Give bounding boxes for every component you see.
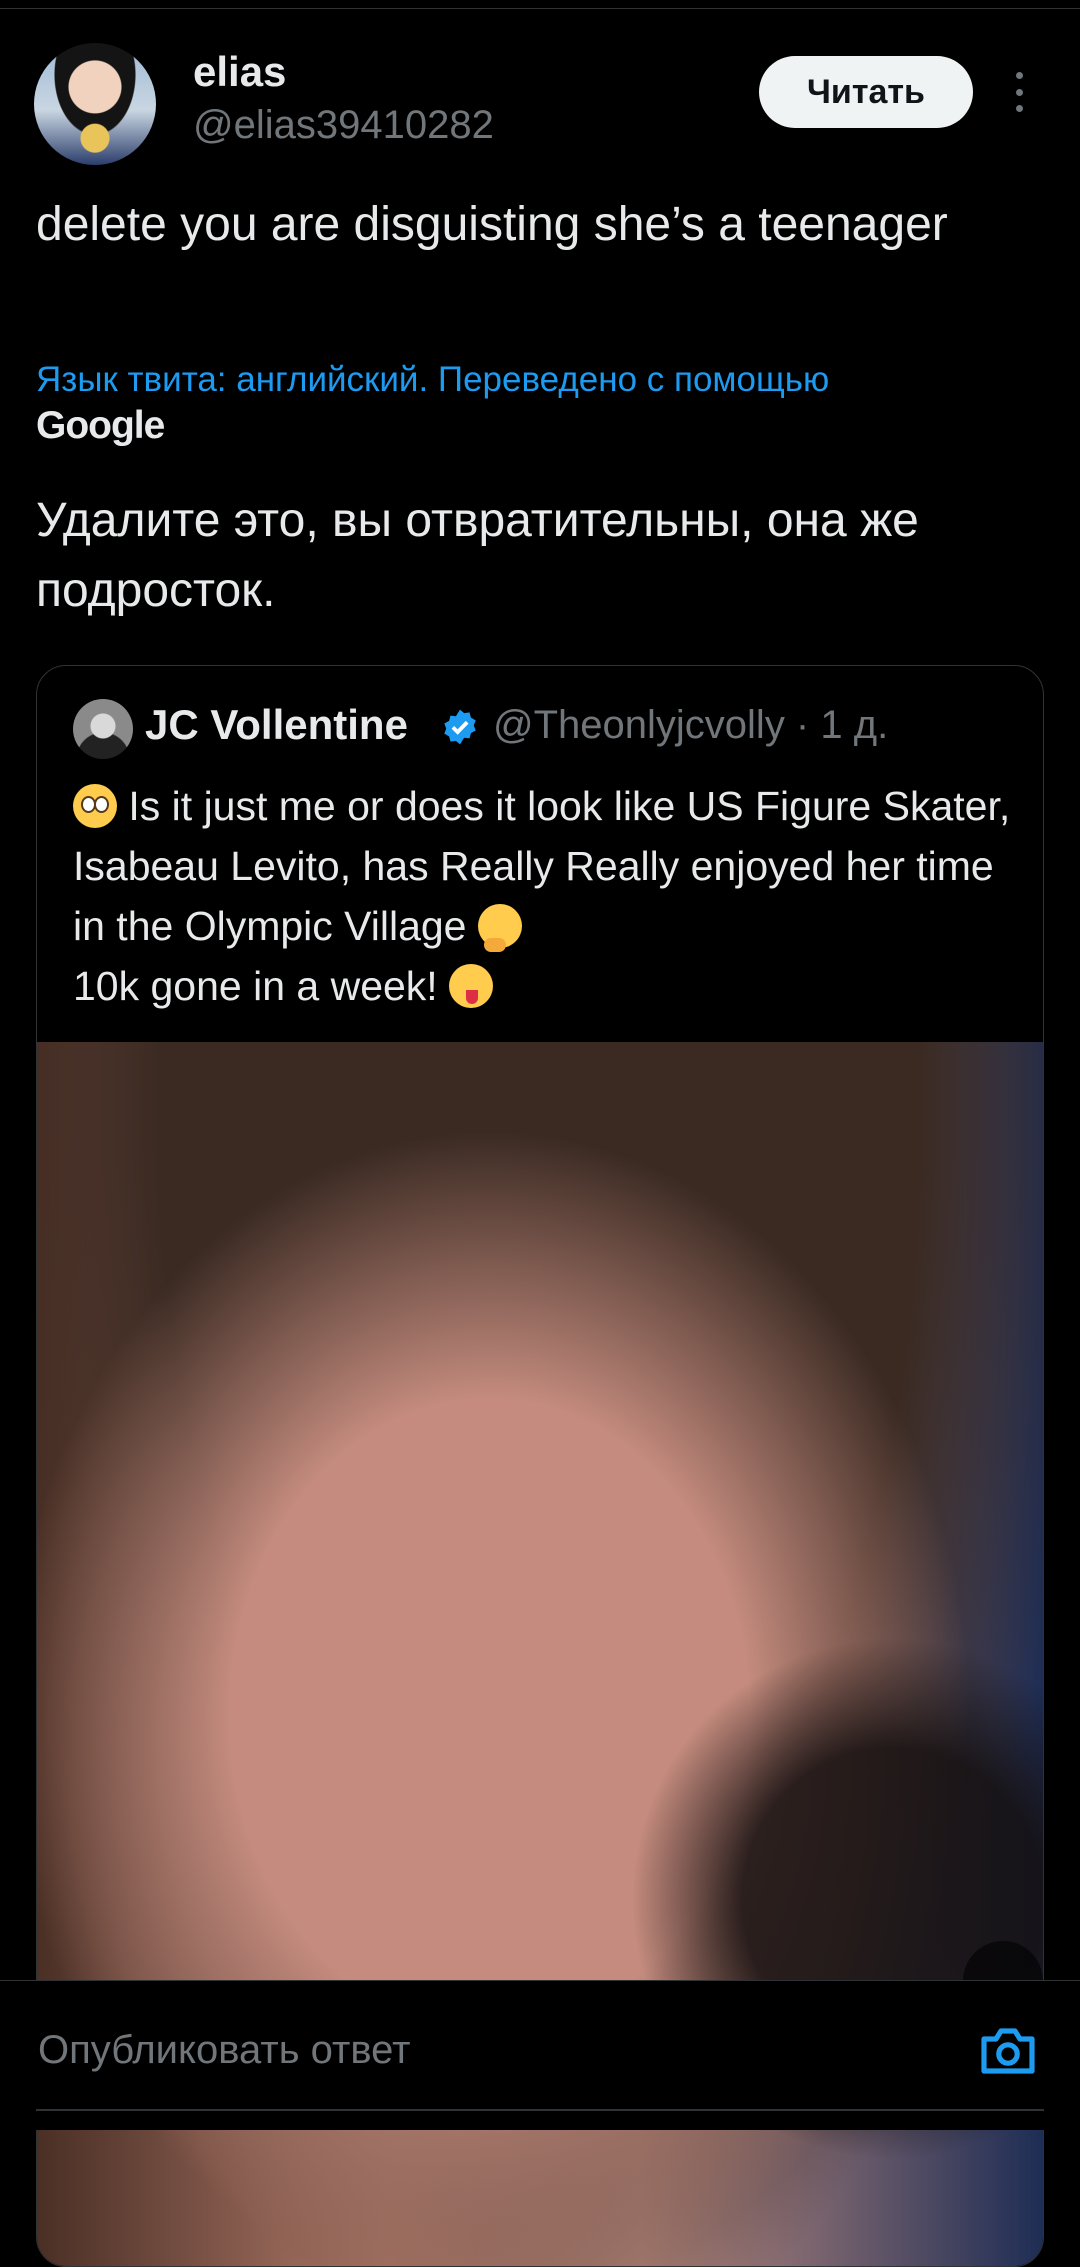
flushed-face-emoji-icon [73,784,117,828]
follow-button[interactable]: Читать [759,56,973,128]
quoted-tweet-text: Is it just me or does it look like US Fi… [73,776,1013,1016]
google-logo: Google [36,404,165,447]
author-display-name[interactable]: elias [193,48,286,96]
quoted-text-part1: Is it just me or does it look like US Fi… [73,783,1011,949]
quoted-author-handle-time: @Theonlyjcvolly · 1 д. [493,703,889,747]
camera-icon[interactable] [978,2025,1038,2077]
top-divider [0,0,1080,9]
author-avatar[interactable] [34,43,156,165]
winking-tongue-emoji-icon [449,964,494,1008]
reply-input[interactable] [36,2019,900,2081]
more-options-icon[interactable] [1004,72,1034,112]
translation-note-link[interactable]: Язык твита: английский. Переведено с пом… [36,358,1036,402]
quoted-text-part2: 10k gone in a week! [73,963,450,1009]
reply-underline [36,2109,1044,2111]
quoted-author-name: JC Vollentine [145,701,408,748]
thinking-face-emoji-icon [477,904,522,952]
tweet-text: delete you are disguisting she’s a teena… [36,198,948,251]
verified-badge-icon [444,709,476,745]
quoted-author-avatar [73,699,133,759]
author-handle[interactable]: @elias39410282 [193,103,494,148]
translated-tweet-text: Удалите это, вы отвратительны, она же по… [36,494,919,617]
reply-composer [0,1980,1080,2130]
